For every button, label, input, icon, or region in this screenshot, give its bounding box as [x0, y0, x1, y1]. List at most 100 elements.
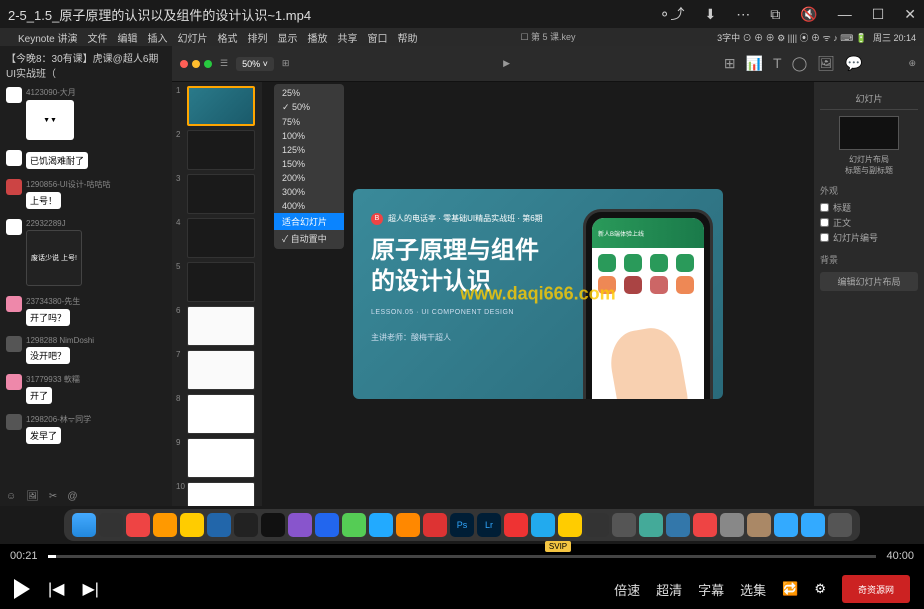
dock-app-icon[interactable] [639, 513, 663, 537]
dock-app-icon[interactable] [423, 513, 447, 537]
dock-app-icon[interactable] [315, 513, 339, 537]
text-icon[interactable]: T [773, 55, 782, 72]
dock-app-icon[interactable] [504, 513, 528, 537]
edit-layout-button[interactable]: 编辑幻灯片布局 [820, 272, 918, 291]
slide-thumb[interactable] [187, 218, 255, 258]
mute-icon[interactable]: 🔇 [800, 6, 817, 23]
slide-thumb[interactable] [187, 174, 255, 214]
menu-insert[interactable]: 插入 [147, 30, 167, 45]
dock-app-icon[interactable] [774, 513, 798, 537]
chart-icon[interactable]: 📊 [746, 55, 763, 72]
prev-button[interactable]: |◀ [48, 579, 64, 599]
qq-icon[interactable] [369, 513, 393, 537]
minimize-window-icon[interactable] [192, 60, 200, 68]
share-icon[interactable]: ⚬⤴ [659, 4, 685, 24]
layout-thumb[interactable] [839, 116, 899, 150]
dock-app-icon[interactable] [693, 513, 717, 537]
dock-app-icon[interactable] [585, 513, 609, 537]
close-icon[interactable]: ✕ [904, 6, 916, 23]
dock-app-icon[interactable] [207, 513, 231, 537]
zoom-option[interactable]: 300% [274, 185, 344, 199]
dock-app-icon[interactable] [234, 513, 258, 537]
dock-app-icon[interactable] [558, 513, 582, 537]
slide-thumb[interactable] [187, 482, 255, 506]
settings-icon[interactable]: ⚙ [814, 581, 826, 597]
collaborate-icon[interactable]: ⊕ [908, 58, 916, 69]
zoom-option[interactable]: 75% [274, 115, 344, 129]
menu-window[interactable]: 窗口 [367, 30, 387, 45]
dock-app-icon[interactable] [99, 513, 123, 537]
dock-app-icon[interactable] [801, 513, 825, 537]
menu-arrange[interactable]: 排列 [247, 30, 267, 45]
menu-slide[interactable]: 幻灯片 [177, 30, 207, 45]
quality-button[interactable]: 超清 [656, 580, 682, 599]
next-button[interactable]: ▶| [82, 579, 98, 599]
slide-thumb[interactable] [187, 350, 255, 390]
comment-icon[interactable]: 💬 [845, 55, 862, 72]
zoom-option[interactable]: 50% [274, 100, 344, 115]
table-icon[interactable]: ⊞ [724, 55, 736, 72]
loop-icon[interactable]: 🔁 [782, 581, 798, 597]
subtitle-button[interactable]: 字幕 [698, 580, 724, 599]
zoom-selector[interactable]: 50% ˅ [236, 57, 274, 71]
lightroom-icon[interactable]: Lr [477, 513, 501, 537]
check-title[interactable]: 标题 [820, 200, 918, 215]
dock-app-icon[interactable] [180, 513, 204, 537]
menu-help[interactable]: 帮助 [397, 30, 417, 45]
zoom-option[interactable]: 150% [274, 157, 344, 171]
photoshop-icon[interactable]: Ps [450, 513, 474, 537]
slide-thumb[interactable] [187, 394, 255, 434]
add-slide-icon[interactable]: ⊞ [282, 58, 290, 69]
dock-app-icon[interactable] [666, 513, 690, 537]
menu-share[interactable]: 共享 [337, 30, 357, 45]
zoom-option[interactable]: 400% [274, 199, 344, 213]
zoom-option[interactable]: 25% [274, 86, 344, 100]
slide-thumb[interactable] [187, 130, 255, 170]
check-slidenum[interactable]: 幻灯片编号 [820, 230, 918, 245]
slide-thumb[interactable] [187, 438, 255, 478]
dock-app-icon[interactable] [531, 513, 555, 537]
speed-button[interactable]: 倍速 [614, 580, 640, 599]
dock-app-icon[interactable] [126, 513, 150, 537]
more-icon[interactable]: ⋯ [736, 6, 750, 23]
obs-icon[interactable] [612, 513, 636, 537]
zoom-option[interactable]: 125% [274, 143, 344, 157]
progress-track[interactable]: SVIP [48, 555, 877, 558]
dock-app-icon[interactable] [747, 513, 771, 537]
notion-icon[interactable] [261, 513, 285, 537]
dock-app-icon[interactable] [396, 513, 420, 537]
finder-icon[interactable] [72, 513, 96, 537]
minimize-icon[interactable]: — [838, 6, 852, 22]
zoom-auto-option[interactable]: 自动置中 [274, 230, 344, 247]
menu-edit[interactable]: 编辑 [117, 30, 137, 45]
menu-format[interactable]: 格式 [217, 30, 237, 45]
slide-thumbnails[interactable]: 1 2 3 4 5 6 7 8 9 10 11 12 [172, 82, 262, 506]
close-window-icon[interactable] [180, 60, 188, 68]
pip-icon[interactable]: ⧉ [770, 6, 780, 23]
view-icon[interactable]: ☰ [220, 58, 228, 69]
slide-thumb[interactable] [187, 262, 255, 302]
zoom-option[interactable]: 200% [274, 171, 344, 185]
slide-canvas[interactable]: B 超人的电话亭 · 零基础UI精品实战班 · 第6期 原子原理与组件 的设计认… [262, 82, 814, 506]
play-button[interactable] [14, 579, 30, 599]
download-icon[interactable]: ⬇ [705, 6, 717, 23]
shape-icon[interactable]: ◯ [792, 55, 808, 72]
fullscreen-icon[interactable] [204, 60, 212, 68]
play-icon[interactable]: ▶ [503, 58, 510, 69]
maximize-icon[interactable]: ☐ [872, 6, 885, 23]
menu-play[interactable]: 播放 [307, 30, 327, 45]
image-icon[interactable]: 🖼 [26, 491, 39, 502]
dock-app-icon[interactable] [153, 513, 177, 537]
wechat-icon[interactable] [342, 513, 366, 537]
menu-view[interactable]: 显示 [277, 30, 297, 45]
slide-thumb[interactable] [187, 306, 255, 346]
zoom-option[interactable]: 100% [274, 129, 344, 143]
slide-thumb[interactable] [187, 86, 255, 126]
at-icon[interactable]: @ [67, 491, 77, 502]
app-name[interactable]: Keynote 讲演 [18, 30, 77, 45]
zoom-fit-option[interactable]: 适合幻灯片 [274, 213, 344, 230]
episodes-button[interactable]: 选集 [740, 580, 766, 599]
media-icon[interactable]: 🖼 [817, 55, 835, 72]
dock-app-icon[interactable] [288, 513, 312, 537]
scissors-icon[interactable]: ✂ [49, 491, 57, 502]
